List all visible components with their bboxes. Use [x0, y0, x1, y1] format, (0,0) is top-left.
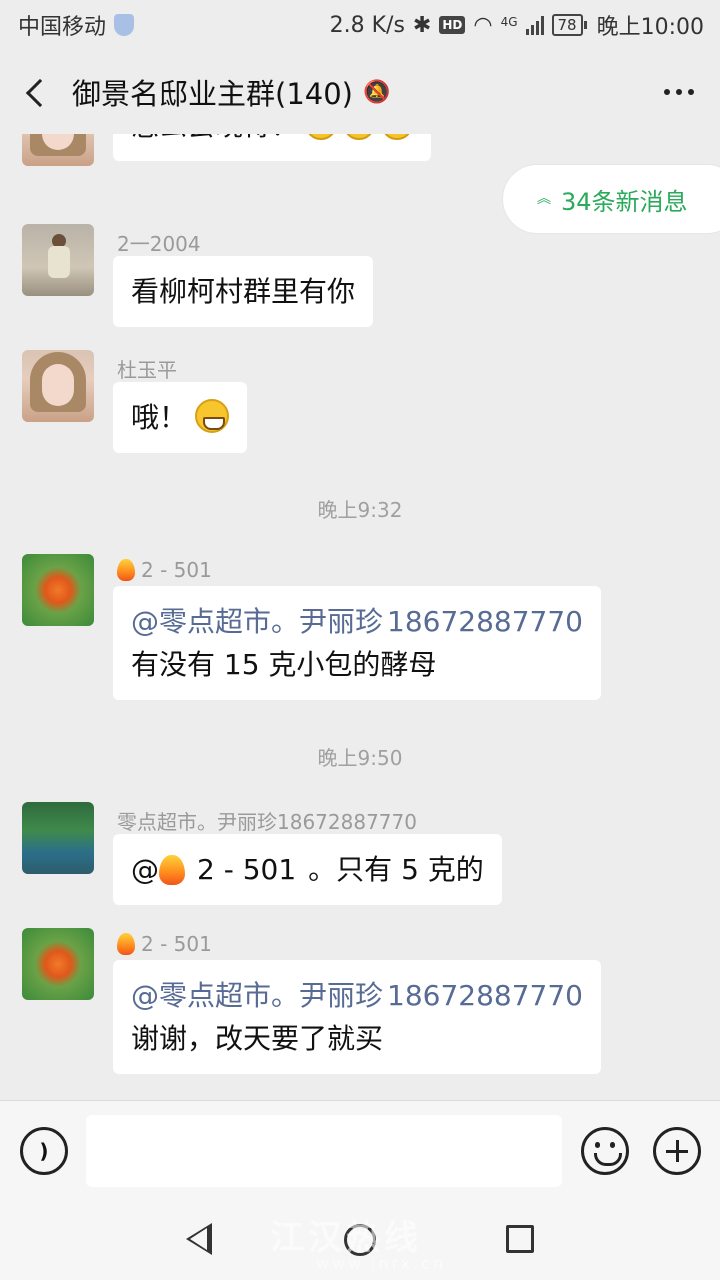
net-speed: 2.8 K/s	[329, 12, 405, 38]
bluetooth-icon: ✱	[412, 12, 432, 38]
watermark: 江汉热线	[270, 1218, 422, 1258]
back-icon[interactable]	[20, 75, 54, 109]
shield-icon	[114, 14, 135, 36]
message-text: 看柳柯村群里有你	[131, 275, 356, 308]
surprised-emoji-icon	[343, 134, 376, 140]
avatar[interactable]	[22, 554, 94, 626]
timestamp: 晚上9:50	[317, 746, 403, 770]
mention-name: 2 - 501	[197, 853, 297, 886]
message-bubble[interactable]: @零点超市。尹丽珍 18672887770 有没有 15 克小包的酵母	[113, 586, 601, 700]
chat-header: 御景名邸业主群(140) 🔕	[0, 50, 720, 134]
voice-input-button[interactable]: )	[20, 1127, 68, 1175]
clock: 晚上10:00	[596, 15, 704, 40]
mute-bell-icon: 🔕	[362, 79, 391, 105]
mention-prefix: @	[131, 853, 159, 886]
message-line-1: @零点超市。尹丽珍 18672887770	[131, 974, 583, 1017]
sender-name: 2 - 501	[117, 558, 212, 582]
fire-icon	[117, 933, 135, 955]
new-messages-label: 34条新消息	[561, 187, 688, 216]
message-text: 。只有 5 克的	[308, 853, 484, 886]
message-text: 谢谢，改天要了就买	[131, 1022, 384, 1055]
hd-badge: HD	[439, 16, 466, 34]
add-more-button[interactable]	[653, 1127, 701, 1175]
sender-label: 2 - 501	[141, 932, 212, 956]
voice-wave-icon: )	[39, 1139, 49, 1163]
message-list[interactable]: 怎么会晓得？ ︽ 34条新消息 2一2004 看柳柯村群里有你 杜玉平 哦！ 晚…	[0, 134, 720, 1100]
status-right: 2.8 K/s ✱ HD ◠ 4G 78 晚上10:00	[330, 9, 704, 41]
sender-name: 2 - 501	[117, 932, 212, 956]
new-messages-button[interactable]: ︽ 34条新消息	[502, 164, 720, 234]
avatar[interactable]	[22, 802, 94, 874]
fire-icon	[159, 855, 185, 885]
watermark-url: www.jnrx.cn	[316, 1254, 447, 1273]
carrier-label: 中国移动	[18, 15, 107, 40]
message-text: 有没有 15 克小包的酵母	[131, 648, 437, 681]
sender-name: 2一2004	[117, 232, 201, 256]
chat-title: 御景名邸业主群(140)	[72, 77, 353, 111]
avatar[interactable]	[22, 224, 94, 296]
mention-text[interactable]: @零点超市。尹丽珍	[131, 979, 383, 1012]
message-text: 哦！	[131, 401, 188, 434]
wifi-icon: ◠	[473, 12, 493, 38]
status-left: 中国移动	[18, 9, 135, 41]
message-line-1: @零点超市。尹丽珍 18672887770	[131, 600, 583, 643]
input-bar: )	[0, 1100, 720, 1200]
avatar[interactable]	[22, 928, 94, 1000]
double-chevron-up-icon: ︽	[537, 191, 551, 207]
status-bar: 中国移动 2.8 K/s ✱ HD ◠ 4G 78 晚上10:00	[0, 0, 720, 50]
network-type: 4G	[500, 15, 518, 29]
sender-label: 2 - 501	[141, 558, 212, 582]
avatar[interactable]	[22, 350, 94, 422]
message-bubble[interactable]: 看柳柯村群里有你	[113, 256, 374, 327]
fire-icon	[117, 559, 135, 581]
message-bubble[interactable]: @2 - 501 。只有 5 克的	[113, 834, 502, 905]
sender-name: 杜玉平	[117, 358, 177, 382]
timestamp: 晚上9:32	[317, 498, 403, 522]
surprised-emoji-icon	[381, 134, 414, 140]
message-text: 怎么会晓得？	[131, 134, 299, 142]
grin-emoji-icon	[195, 399, 230, 433]
message-input[interactable]	[86, 1115, 562, 1187]
emoji-button[interactable]	[581, 1127, 629, 1175]
sender-name: 零点超市。尹丽珍18672887770	[117, 810, 417, 834]
message-bubble[interactable]: 哦！	[113, 382, 248, 453]
more-icon[interactable]	[658, 79, 700, 105]
signal-icon	[525, 15, 544, 35]
phone-link[interactable]: 18672887770	[387, 605, 583, 638]
nav-recent-apps-icon[interactable]	[506, 1225, 534, 1253]
avatar[interactable]	[22, 134, 94, 166]
battery-icon: 78	[551, 14, 587, 36]
nav-back-icon[interactable]	[186, 1223, 212, 1255]
phone-link[interactable]: 18672887770	[387, 979, 583, 1012]
mention-text[interactable]: @零点超市。尹丽珍	[131, 605, 383, 638]
message-bubble[interactable]: @零点超市。尹丽珍 18672887770 谢谢，改天要了就买	[113, 960, 601, 1074]
surprised-emoji-icon	[305, 134, 338, 140]
message-bubble[interactable]: 怎么会晓得？	[113, 134, 432, 161]
